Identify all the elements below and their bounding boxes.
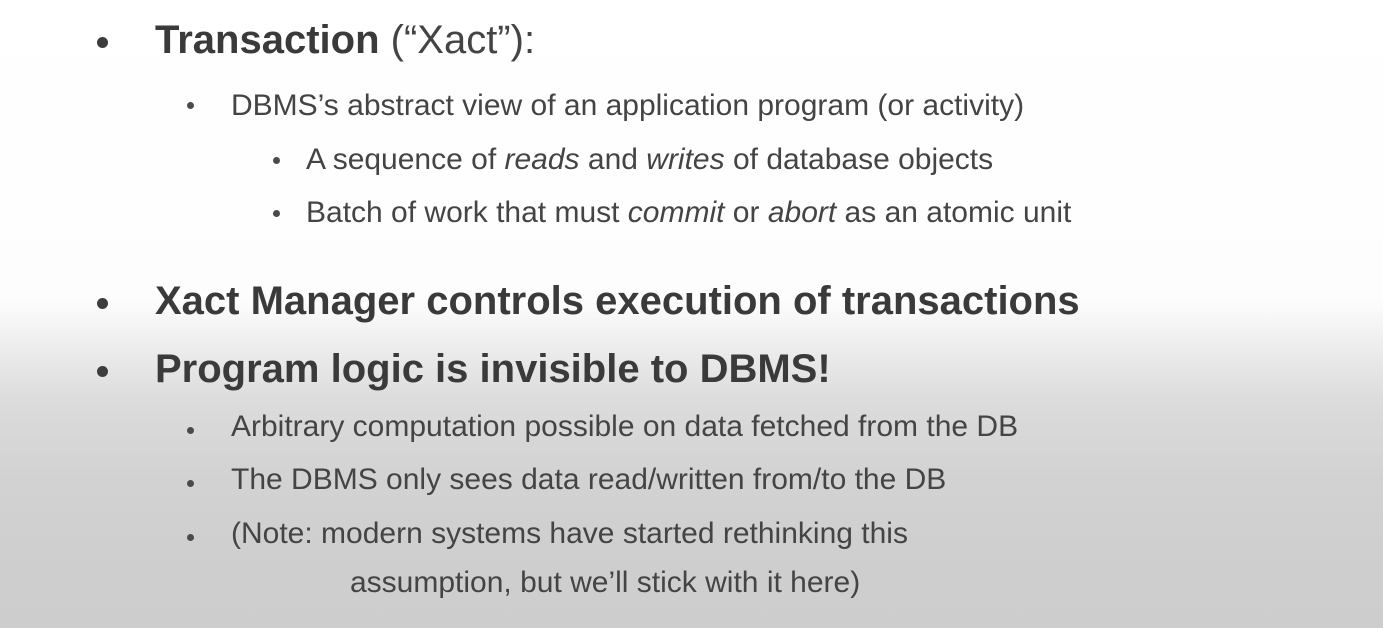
- text: Batch of work that must: [306, 196, 628, 229]
- sub-bullet-abstract-view: DBMS’s abstract view of an application p…: [231, 89, 1025, 122]
- text: or: [724, 196, 768, 229]
- sub-bullet-arbitrary: Arbitrary computation possible on data f…: [231, 410, 1019, 443]
- bullet-dot: [273, 210, 280, 217]
- bullet-dot: [97, 37, 108, 48]
- sub-bullet-note-line1: (Note: modern systems have started rethi…: [231, 517, 908, 550]
- slide: Transaction (“Xact”): DBMS’s abstract vi…: [0, 0, 1383, 628]
- bullet-dot: [97, 366, 108, 377]
- bullet-dot: [187, 102, 194, 109]
- bullet-dot: [97, 298, 108, 309]
- text: A sequence of: [306, 143, 505, 176]
- emphasis-abort: abort: [767, 196, 837, 229]
- bullet-dot: [187, 427, 194, 434]
- text: of database objects: [724, 143, 994, 176]
- emphasis-reads: reads: [504, 143, 580, 176]
- emphasis-commit: commit: [627, 196, 725, 229]
- text: as an atomic unit: [836, 196, 1072, 229]
- bullet-dot: [187, 480, 194, 487]
- bullet-xact-manager: Xact Manager controls execution of trans…: [155, 279, 1080, 323]
- sub-bullet-note-line2: assumption, but we’ll stick with it here…: [350, 566, 861, 599]
- transaction-alias: (“Xact”):: [379, 18, 536, 62]
- sub-bullet-sees-data: The DBMS only sees data read/written fro…: [231, 463, 947, 496]
- transaction-term: Transaction: [155, 18, 380, 62]
- bullet-program-logic: Program logic is invisible to DBMS!: [155, 347, 831, 391]
- bullet-dot: [273, 157, 280, 164]
- bullet-transaction: Transaction (“Xact”):: [155, 18, 535, 63]
- emphasis-writes: writes: [646, 143, 725, 176]
- sub-bullet-batch: Batch of work that must commit or abort …: [306, 196, 1071, 230]
- sub-bullet-sequence: A sequence of reads and writes of databa…: [306, 143, 993, 177]
- bullet-dot: [187, 534, 194, 541]
- text: and: [579, 143, 647, 176]
